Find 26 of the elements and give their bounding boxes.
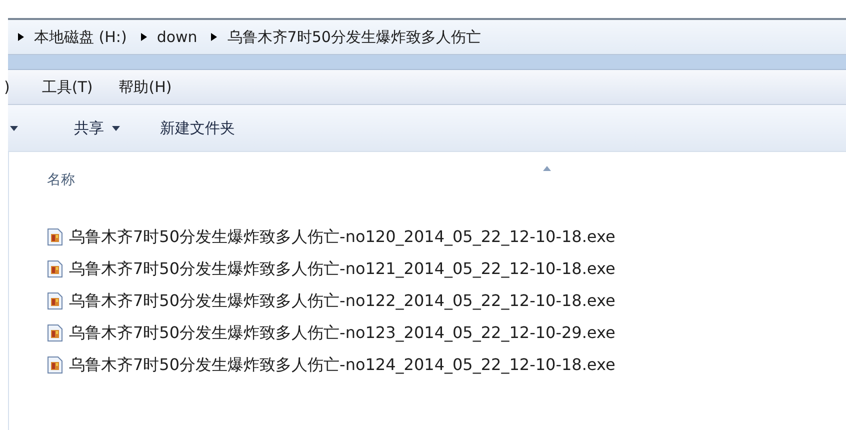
file-name[interactable]: 乌鲁木齐7时50分发生爆炸致多人伤亡-no120_2014_05_22_12-10-18.exe: [69, 226, 616, 248]
file-icon: [47, 292, 63, 310]
menu-item[interactable]: ): [4, 78, 10, 96]
share-button[interactable]: 共享: [68, 114, 126, 142]
file-icon: [47, 324, 63, 342]
file-icon: [47, 356, 63, 374]
file-name[interactable]: 乌鲁木齐7时50分发生爆炸致多人伤亡-no122_2014_05_22_12-10-18.exe: [69, 290, 616, 312]
file-name[interactable]: 乌鲁木齐7时50分发生爆炸致多人伤亡-no124_2014_05_22_12-10-18.exe: [69, 354, 616, 376]
chevron-icon[interactable]: [140, 33, 147, 41]
breadcrumb[interactable]: 乌鲁木齐7时50分发生爆炸致多人伤亡: [227, 28, 481, 46]
sort-arrow-icon: [543, 166, 551, 171]
caret-icon[interactable]: [10, 126, 18, 130]
file-icon: [47, 228, 63, 246]
chevron-icon[interactable]: [211, 33, 218, 41]
breadcrumb[interactable]: 本地磁盘 (H:): [34, 28, 127, 46]
breadcrumb[interactable]: down: [156, 28, 198, 46]
file-name[interactable]: 乌鲁木齐7时50分发生爆炸致多人伤亡-no123_2014_05_22_12-10-29.exe: [69, 322, 616, 344]
menu-item[interactable]: 工具(T): [42, 78, 93, 96]
address-bar[interactable]: 本地磁盘 (H:) down 乌鲁木齐7时50分发生爆炸致多人伤亡: [8, 18, 846, 55]
column-header[interactable]: 名称: [47, 171, 75, 191]
chevron-icon[interactable]: [18, 33, 24, 41]
file-name[interactable]: 乌鲁木齐7时50分发生爆炸致多人伤亡-no121_2014_05_22_12-10-18.exe: [69, 258, 616, 280]
caret-icon: [112, 126, 120, 130]
new-folder-button[interactable]: 新建文件夹: [154, 114, 241, 142]
file-icon: [47, 260, 63, 278]
menu-item[interactable]: 帮助(H): [118, 78, 172, 96]
